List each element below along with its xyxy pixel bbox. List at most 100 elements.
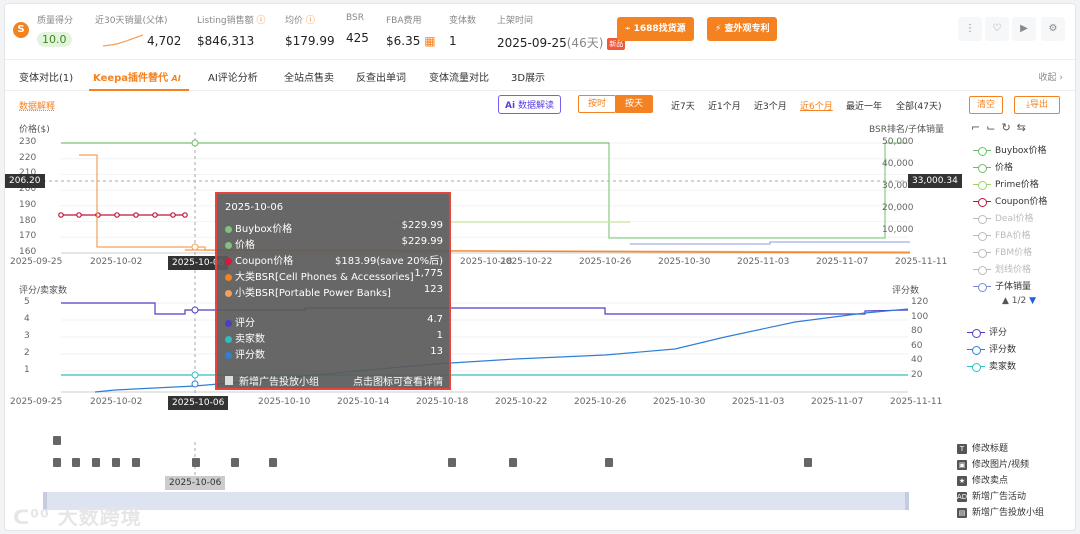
- timeline-scrollbar[interactable]: [43, 492, 909, 510]
- event-legend-item[interactable]: T 修改标题: [957, 441, 1008, 454]
- legend-label: Coupon价格: [995, 197, 1048, 207]
- tooltip-row-value: 1,775: [414, 268, 443, 279]
- x-tick-label: 2025-11-11: [895, 257, 948, 267]
- y-tick-label: 5: [24, 297, 30, 307]
- y2-tick-label: 120: [911, 297, 929, 307]
- legend-item[interactable]: Prime价格: [973, 177, 1039, 190]
- tooltip-row: 价格 $229.99: [225, 236, 443, 251]
- legend-item[interactable]: 评分数: [967, 342, 1016, 355]
- y-tick-label: 1: [24, 365, 30, 375]
- legend-item[interactable]: 子体销量: [973, 279, 1031, 292]
- event-marker[interactable]: [92, 458, 100, 467]
- top-chart-grid: [61, 142, 908, 254]
- refresh-icon[interactable]: ↻: [1001, 121, 1016, 134]
- event-legend-item[interactable]: ▣ 修改图片/视频: [957, 457, 1029, 470]
- event-legend-item[interactable]: AD 新增广告活动: [957, 489, 1026, 502]
- event-marker[interactable]: [448, 458, 456, 467]
- series-color-dot: [225, 225, 232, 233]
- series-color-dot: [225, 257, 232, 265]
- tooltip-row-value: 123: [423, 284, 443, 295]
- x-tick-highlight: 2025-10-06: [168, 396, 229, 410]
- coupon-point: [76, 212, 82, 218]
- legend-line-marker: [973, 197, 991, 207]
- legend-line-marker: [973, 214, 991, 224]
- event-marker[interactable]: [804, 458, 812, 467]
- legend-item[interactable]: FBM价格: [973, 245, 1032, 258]
- scrollbar-right-handle[interactable]: [905, 492, 909, 510]
- event-legend-label: 修改卖点: [972, 476, 1009, 486]
- crop-reset-icon[interactable]: ⌙: [986, 121, 1001, 134]
- x-tick-label: 2025-10-22: [500, 257, 553, 267]
- tooltip-footer-left: 新增广告投放小组: [239, 377, 319, 388]
- legend-item[interactable]: FBA价格: [973, 228, 1031, 241]
- event-legend-item[interactable]: ▤ 新增广告投放小组: [957, 505, 1044, 518]
- tooltip-row: 大类BSR[Cell Phones & Accessories] 1,775: [225, 268, 443, 283]
- legend-line-marker: [973, 180, 991, 190]
- legend-line-marker: [973, 163, 991, 173]
- event-marker[interactable]: [509, 458, 517, 467]
- legend-item[interactable]: 划线价格: [973, 262, 1031, 275]
- event-marker[interactable]: [112, 458, 120, 467]
- x-tick-label: 2025-10-26: [574, 397, 627, 407]
- crosshair-right-value: 33,000.34: [908, 174, 962, 188]
- watermark-logo: ᑕ⁰⁰ 大数跨境: [13, 505, 142, 529]
- tooltip-row: 卖家数 1: [225, 330, 443, 345]
- y-tick-label: 2: [24, 348, 30, 358]
- event-type-icon: T: [957, 443, 967, 454]
- y-tick-label: 190: [19, 199, 37, 210]
- hover-point-seller: [191, 371, 199, 379]
- legend-item[interactable]: Deal价格: [973, 211, 1033, 224]
- event-marker[interactable]: [192, 458, 200, 467]
- event-marker[interactable]: [231, 458, 239, 467]
- legend-item[interactable]: Coupon价格: [973, 194, 1047, 207]
- x-tick-label: 2025-11-07: [811, 397, 864, 407]
- y-tick-label: 4: [24, 314, 30, 324]
- legend-pager[interactable]: ▲ 1/2 ▼: [1002, 296, 1036, 306]
- rating-line: [61, 302, 909, 315]
- event-legend-label: 修改标题: [972, 444, 1009, 454]
- event-date-label: 2025-10-06: [165, 476, 226, 490]
- tooltip-row-value: 1: [436, 330, 443, 341]
- event-marker[interactable]: [132, 458, 140, 467]
- y2-tick-label: 20,000: [882, 203, 914, 213]
- series-color-dot: [225, 273, 232, 281]
- legend-item[interactable]: Buybox价格: [973, 143, 1046, 156]
- event-marker[interactable]: [72, 458, 80, 467]
- hover-point-rating-count: [191, 380, 199, 388]
- tooltip-row-label: 大类BSR[Cell Phones & Accessories]: [235, 272, 414, 283]
- child-sales-line: [630, 241, 910, 245]
- pager-down-icon[interactable]: ▼: [1029, 296, 1036, 306]
- pager-up-icon[interactable]: ▲: [1002, 296, 1009, 306]
- chart-tools: ⌐⌙↻⇆: [971, 121, 1032, 134]
- event-legend-label: 新增广告投放小组: [972, 508, 1045, 518]
- tooltip-row-label: 卖家数: [235, 334, 265, 345]
- legend-label: 子体销量: [995, 282, 1032, 292]
- event-marker[interactable]: [269, 458, 277, 467]
- x-tick-label: 2025-11-11: [890, 397, 943, 407]
- legend-item[interactable]: 卖家数: [967, 359, 1016, 372]
- legend-label: 价格: [995, 163, 1014, 173]
- tooltip-row-value: $229.99: [401, 236, 443, 247]
- coupon-point: [182, 212, 188, 218]
- tooltip-row-value: 13: [430, 346, 443, 357]
- event-marker[interactable]: [53, 458, 61, 467]
- y2-tick-label: 80: [911, 326, 923, 336]
- x-tick-label: 2025-10-10: [258, 397, 311, 407]
- event-legend-item[interactable]: ★ 修改卖点: [957, 473, 1008, 486]
- y2-tick-label: 20: [911, 369, 923, 380]
- series-color-dot: [225, 241, 232, 249]
- series-color-dot: [225, 289, 232, 297]
- event-marker[interactable]: [53, 436, 61, 445]
- legend-item[interactable]: 价格: [973, 160, 1013, 173]
- x-tick-label: 2025-10-18: [416, 397, 469, 407]
- event-marker[interactable]: [605, 458, 613, 467]
- swap-icon[interactable]: ⇆: [1017, 121, 1032, 134]
- watermark-text: 大数跨境: [57, 505, 142, 529]
- y-tick-label: 160: [19, 247, 37, 257]
- x-tick-label: 2025-11-07: [816, 257, 869, 267]
- crop-icon[interactable]: ⌐: [971, 121, 986, 134]
- legend-label: FBA价格: [995, 231, 1031, 241]
- legend-item[interactable]: 评分: [967, 325, 1007, 338]
- legend-line-marker: [973, 265, 991, 275]
- legend-label: Deal价格: [995, 214, 1034, 224]
